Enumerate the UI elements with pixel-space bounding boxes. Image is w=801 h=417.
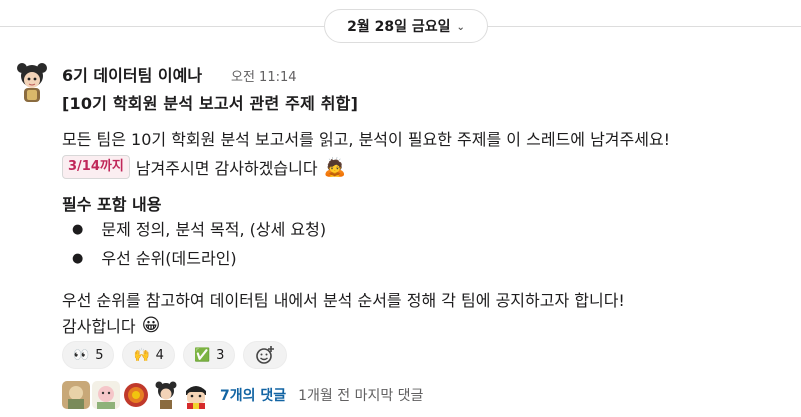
message-title: [10기 학회원 분석 보고서 관련 주제 취합] [62,94,359,113]
message-line-3: 우선 순위를 참고하여 데이터팀 내에서 분석 순서를 정해 각 팀에 공지하고… [62,291,625,310]
replier-avatar [152,381,180,409]
bullet-dot: ● [72,251,84,266]
reaction-eyes[interactable]: 👀 5 [62,341,115,369]
list-item: ● 우선 순위(데드라인) [72,247,326,276]
message-author[interactable]: 6기 데이터팀 이예나 [62,62,202,86]
message-line-2: 3/14까지 남겨주시면 감사하겠습니다 🙇 [62,155,346,179]
message-timestamp[interactable]: 오전 11:14 [231,66,297,85]
last-reply-time: 1개월 전 마지막 댓글 [298,388,424,404]
reaction-bar: 👀 5 🙌 4 ✅ 3 [62,341,288,369]
avatar[interactable] [13,62,51,106]
add-reaction-button[interactable] [243,341,288,369]
list-item: ● 문제 정의, 분석 목적, (상세 요청) [72,218,326,247]
reaction-raised-hands[interactable]: 🙌 4 [122,341,175,369]
message-line-2-text: 남겨주시면 감사하겠습니다 [135,159,318,178]
bowing-emoji: 🙇 [323,156,346,178]
reply-count-link[interactable]: 7개의 댓글 [220,385,286,405]
message-line-1: 모든 팀은 10기 학회원 분석 보고서를 읽고, 분석이 필요한 주제를 이 … [62,130,671,149]
eyes-emoji: 👀 [73,347,90,363]
raised-hands-emoji: 🙌 [133,347,150,363]
date-divider-button[interactable]: 2월 28일 금요일 ⌄ [324,9,488,43]
grinning-emoji: 😀 [141,314,161,336]
deadline-date-chip[interactable]: 3/14까지 [62,155,130,179]
replier-avatar [182,381,210,409]
reaction-count: 5 [95,347,104,363]
chevron-down-icon: ⌄ [456,21,465,33]
add-reaction-icon [256,346,275,364]
reaction-check-mark[interactable]: ✅ 3 [182,341,236,369]
reaction-count: 3 [216,347,225,363]
message-line-4-text: 감사합니다 [62,317,136,336]
check-mark-emoji: ✅ [193,347,211,363]
replier-avatar [92,381,120,409]
date-label: 2월 28일 금요일 [347,19,451,35]
message-line-4: 감사합니다 😀 [62,313,160,337]
section-heading: 필수 포함 내용 [62,195,162,214]
list-item-text: 문제 정의, 분석 목적, (상세 요청) [101,220,327,239]
thread-summary[interactable]: 7개의 댓글 1개월 전 마지막 댓글 [62,381,423,409]
bullet-list: ● 문제 정의, 분석 목적, (상세 요청) ● 우선 순위(데드라인) [72,218,326,276]
replier-avatar [122,381,150,409]
replier-avatar [62,381,90,409]
list-item-text: 우선 순위(데드라인) [101,249,237,268]
bullet-dot: ● [72,222,84,237]
reaction-count: 4 [155,347,164,363]
